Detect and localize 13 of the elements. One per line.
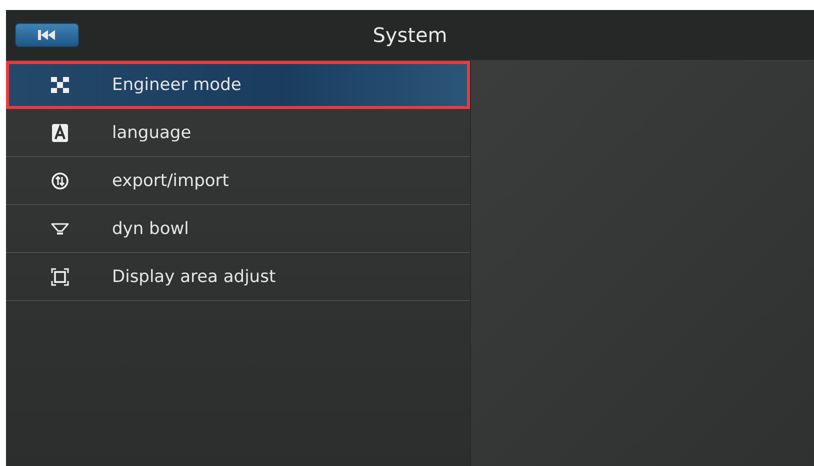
menu-item[interactable]: dyn bowl xyxy=(6,205,470,253)
menu-item[interactable]: export/import xyxy=(6,157,470,205)
back-button[interactable] xyxy=(15,23,79,47)
menu-item[interactable]: Engineer mode xyxy=(6,61,470,109)
bowl-icon xyxy=(51,222,69,234)
menu-item[interactable]: Display area adjust xyxy=(6,253,470,301)
grid-icon xyxy=(51,76,69,92)
menu-item[interactable]: language xyxy=(6,109,470,157)
skip-back-icon xyxy=(38,30,56,40)
language-icon xyxy=(52,124,68,142)
frame-icon xyxy=(51,268,69,286)
transfer-icon xyxy=(51,172,69,190)
header-title: System xyxy=(372,23,448,47)
